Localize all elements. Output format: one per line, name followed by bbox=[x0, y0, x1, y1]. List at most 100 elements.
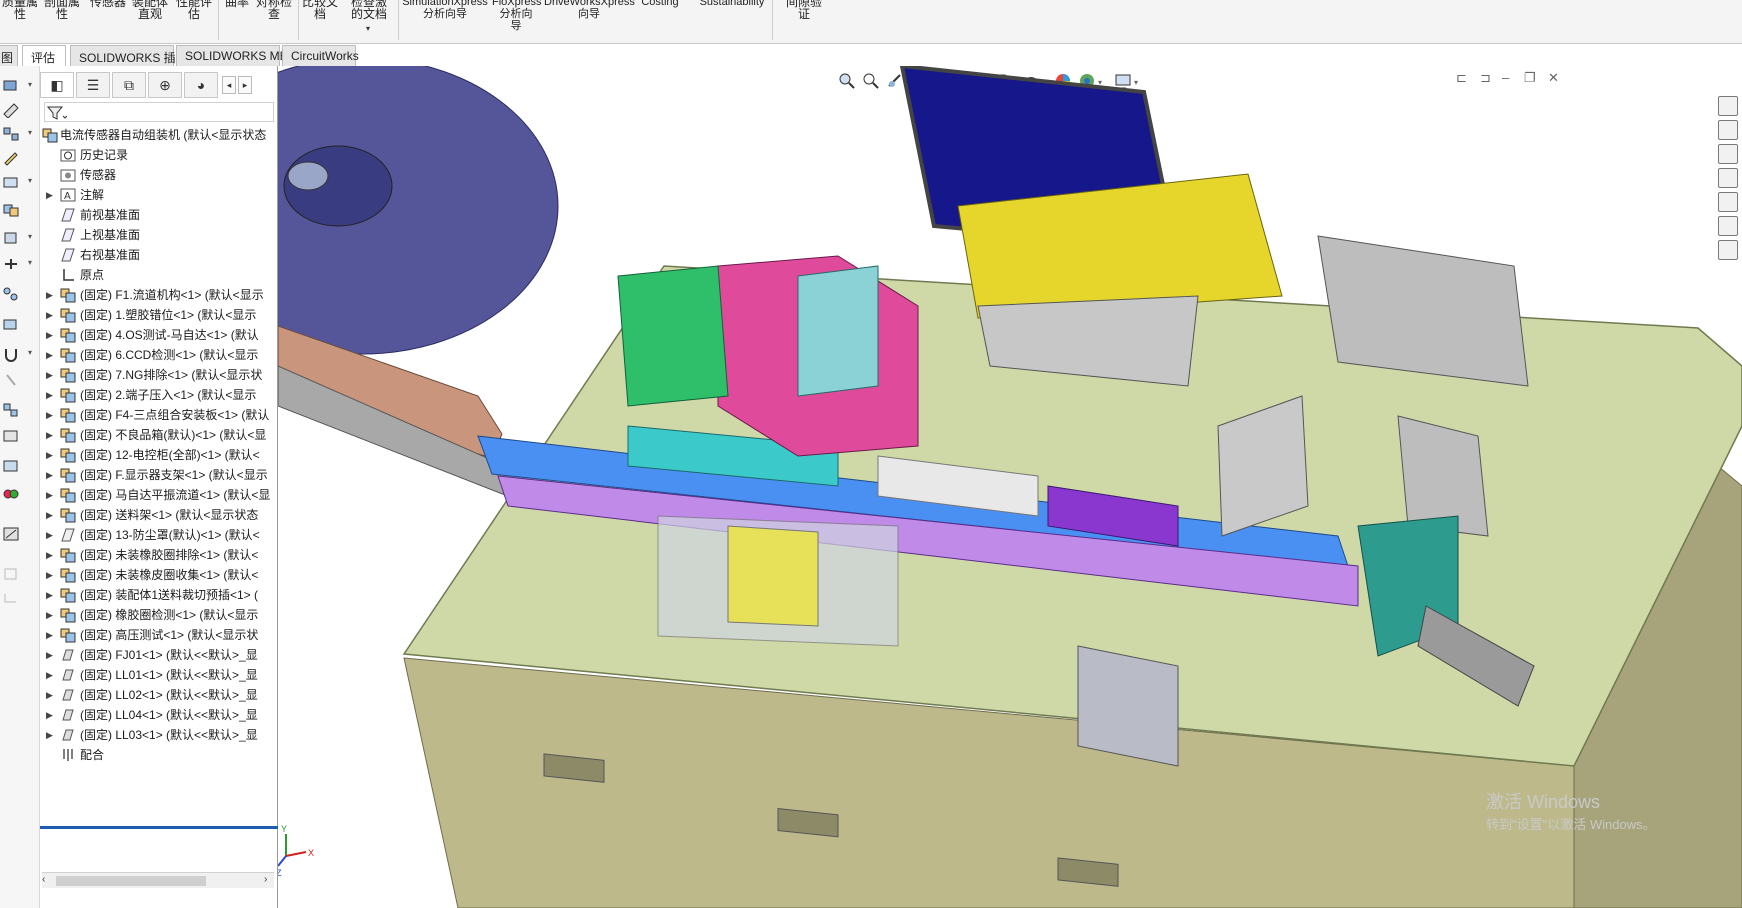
expand-arrow-icon[interactable]: ▶ bbox=[46, 704, 53, 726]
edit-icon[interactable] bbox=[2, 150, 20, 166]
tree-item-component[interactable]: ▶ (固定) F.显示器支架<1> (默认<显示 bbox=[40, 464, 278, 486]
expand-arrow-icon[interactable]: ▶ bbox=[46, 464, 53, 486]
chevron-down-icon[interactable]: ▾ bbox=[366, 24, 370, 33]
expand-arrow-icon[interactable]: ▶ bbox=[46, 584, 53, 606]
tree-item-component[interactable]: ▶ (固定) 未装橡胶圈排除<1> (默认< bbox=[40, 544, 278, 566]
ribbon-sustainability[interactable]: Sustainability bbox=[698, 0, 766, 8]
tree-item-component[interactable]: ▶ (固定) LL01<1> (默认<<默认>_显 bbox=[40, 664, 278, 686]
tree-item-component[interactable]: ▶ (固定) 马自达平振流道<1> (默认<显 bbox=[40, 484, 278, 506]
chevron-down-icon[interactable]: ▾ bbox=[28, 258, 32, 267]
ribbon-sensor[interactable]: 传感器 bbox=[88, 0, 128, 8]
expand-arrow-icon[interactable]: ▶ bbox=[46, 644, 53, 666]
tree-item-component[interactable]: ▶ (固定) LL03<1> (默认<<默认>_显 bbox=[40, 724, 278, 746]
configurationmanager-tab-icon[interactable]: ⧉ bbox=[112, 72, 146, 98]
tree-item-component[interactable]: ▶ (固定) 送料架<1> (默认<显示状态 bbox=[40, 504, 278, 526]
ribbon-clearance-verification[interactable]: 间隙验 证 bbox=[784, 0, 824, 20]
filter-icon[interactable] bbox=[47, 105, 67, 121]
featuremanager-tab-icon[interactable]: ◧ bbox=[40, 72, 74, 98]
home-icon[interactable] bbox=[1718, 96, 1738, 116]
tab-solidworks-addins[interactable]: SOLIDWORKS 插件 bbox=[70, 45, 188, 66]
tree-item-top-plane[interactable]: 上视基准面 bbox=[40, 224, 278, 246]
measure-icon[interactable] bbox=[2, 78, 20, 94]
expand-arrow-icon[interactable]: ▶ bbox=[46, 324, 53, 346]
expand-arrow-icon[interactable]: ▶ bbox=[46, 424, 53, 446]
chevron-down-icon[interactable]: ▾ bbox=[28, 176, 32, 185]
custom-properties-icon[interactable] bbox=[1718, 216, 1738, 236]
assembly-icon[interactable] bbox=[2, 202, 20, 218]
expand-arrow-icon[interactable]: ▶ bbox=[46, 684, 53, 706]
instant3d-icon[interactable] bbox=[2, 526, 20, 542]
chevron-down-icon[interactable]: ▾ bbox=[28, 232, 32, 241]
scroll-right-icon[interactable]: › bbox=[264, 874, 267, 885]
tree-item-component[interactable]: ▶ (固定) FJ01<1> (默认<<默认>_显 bbox=[40, 644, 278, 666]
forum-icon[interactable] bbox=[1718, 240, 1738, 260]
tab-evaluate[interactable]: 评估 bbox=[22, 45, 66, 66]
horizontal-scrollbar[interactable]: ‹ › bbox=[42, 872, 274, 888]
scroll-right-icon[interactable]: ▸ bbox=[238, 76, 252, 94]
tree-item-component[interactable]: ▶ (固定) 12-电控柜(全部)<1> (默认< bbox=[40, 444, 278, 466]
reference-geometry-icon[interactable] bbox=[2, 458, 20, 474]
scroll-left-icon[interactable]: ◂ bbox=[222, 76, 236, 94]
display-manager-tab-icon[interactable]: ◕ bbox=[184, 72, 218, 98]
ribbon-assembly-visualization[interactable]: 装配体 直观 bbox=[132, 0, 168, 20]
tree-item-component[interactable]: ▶ (固定) 1.塑胶错位<1> (默认<显示 bbox=[40, 304, 278, 326]
expand-arrow-icon[interactable]: ▶ bbox=[46, 504, 53, 526]
expand-arrow-icon[interactable]: ▶ bbox=[46, 304, 53, 326]
tree-item-origin[interactable]: 原点 bbox=[40, 264, 278, 286]
expand-arrow-icon[interactable]: ▶ bbox=[46, 564, 53, 586]
chevron-down-icon[interactable]: ▾ bbox=[28, 128, 32, 137]
tree-item-component[interactable]: ▶ (固定) 13-防尘罩(默认)<1> (默认< bbox=[40, 524, 278, 546]
tab-solidworks-mbd[interactable]: SOLIDWORKS MBD bbox=[176, 45, 296, 66]
exploded-line-icon[interactable] bbox=[2, 428, 20, 444]
ribbon-mass-properties[interactable]: 质量属 性 bbox=[2, 0, 38, 20]
tree-item-component[interactable]: ▶ (固定) F1.流道机构<1> (默认<显示 bbox=[40, 284, 278, 306]
tree-item-component[interactable]: ▶ (固定) 4.OS测试-马自达<1> (默认 bbox=[40, 324, 278, 346]
propertymanager-tab-icon[interactable]: ☰ bbox=[76, 72, 110, 98]
ribbon-costing[interactable]: Costing bbox=[638, 0, 682, 8]
file-explorer-icon[interactable] bbox=[1718, 144, 1738, 164]
tree-filter[interactable] bbox=[44, 102, 274, 122]
ribbon-driveworksxpress[interactable]: DriveWorksXpress 向导 bbox=[544, 0, 635, 20]
tree-item-component[interactable]: ▶ (固定) 装配体1送料裁切预插<1> ( bbox=[40, 584, 278, 606]
appearances-icon[interactable] bbox=[1718, 192, 1738, 212]
tree-item-right-plane[interactable]: 右视基准面 bbox=[40, 244, 278, 266]
tree-item-history[interactable]: 历史记录 bbox=[40, 144, 278, 166]
expand-arrow-icon[interactable]: ▶ bbox=[46, 524, 53, 546]
magnet-icon[interactable] bbox=[2, 346, 20, 362]
tree-item-component[interactable]: ▶ (固定) 7.NG排除<1> (默认<显示状 bbox=[40, 364, 278, 386]
expand-arrow-icon[interactable]: ▶ bbox=[46, 184, 53, 206]
expand-arrow-icon[interactable]: ▶ bbox=[46, 624, 53, 646]
expand-arrow-icon[interactable]: ▶ bbox=[46, 604, 53, 626]
mate-icon[interactable] bbox=[2, 256, 20, 272]
tree-item-front-plane[interactable]: 前视基准面 bbox=[40, 204, 278, 226]
expand-arrow-icon[interactable]: ▶ bbox=[46, 284, 53, 306]
assembly-model-render[interactable]: Y X Z bbox=[278, 66, 1742, 908]
scrollbar-thumb[interactable] bbox=[56, 876, 206, 886]
ribbon-floxpress[interactable]: FloXpress 分析向 导 bbox=[492, 0, 542, 32]
ribbon-section-properties[interactable]: 剖面属 性 bbox=[44, 0, 80, 20]
move-component-icon[interactable] bbox=[2, 316, 20, 332]
ribbon-symmetry-check[interactable]: 对称检 查 bbox=[256, 0, 292, 20]
ribbon-check-active-document[interactable]: 检查激 的文档 bbox=[346, 0, 392, 20]
explode-view-icon[interactable] bbox=[2, 402, 20, 418]
grid-icon[interactable] bbox=[2, 126, 20, 142]
scroll-left-icon[interactable]: ‹ bbox=[42, 874, 45, 885]
ribbon-simulationxpress[interactable]: SimulationXpress 分析向导 bbox=[402, 0, 488, 20]
tree-item-mates[interactable]: 配合 bbox=[40, 744, 278, 766]
tree-item-component[interactable]: ▶ (固定) F4-三点组合安装板<1> (默认 bbox=[40, 404, 278, 426]
ribbon-compare-documents[interactable]: 比较文 档 bbox=[302, 0, 338, 20]
bom-icon[interactable] bbox=[2, 486, 20, 502]
expand-arrow-icon[interactable]: ▶ bbox=[46, 724, 53, 746]
tab-circuitworks[interactable]: CircuitWorks bbox=[282, 45, 359, 66]
tree-root-assembly[interactable]: 电流传感器自动组装机 (默认<显示状态 bbox=[40, 124, 278, 146]
expand-arrow-icon[interactable]: ▶ bbox=[46, 664, 53, 686]
view-palette-icon[interactable] bbox=[1718, 168, 1738, 188]
chevron-down-icon[interactable]: ▾ bbox=[28, 80, 32, 89]
ribbon-curvature[interactable]: 曲率 bbox=[222, 0, 252, 8]
tree-item-component[interactable]: ▶ (固定) LL04<1> (默认<<默认>_显 bbox=[40, 704, 278, 726]
tree-item-component[interactable]: ▶ (固定) LL02<1> (默认<<默认>_显 bbox=[40, 684, 278, 706]
tab-sketch[interactable]: 图 bbox=[0, 45, 18, 66]
expand-arrow-icon[interactable]: ▶ bbox=[46, 404, 53, 426]
ruler-icon[interactable] bbox=[2, 102, 20, 118]
design-library-icon[interactable] bbox=[1718, 120, 1738, 140]
